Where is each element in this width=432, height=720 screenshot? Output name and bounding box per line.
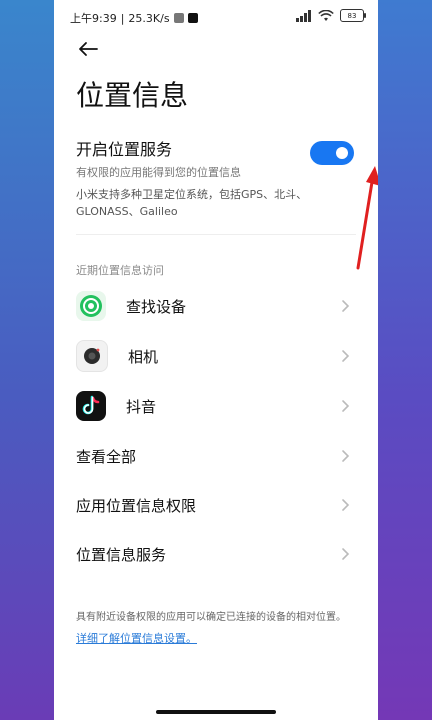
signal-icon xyxy=(296,9,311,22)
menu-item-location-services[interactable]: 位置信息服务 xyxy=(76,534,358,574)
chevron-right-icon xyxy=(342,499,350,511)
divider xyxy=(76,234,356,235)
chevron-right-icon xyxy=(342,400,350,412)
chevron-right-icon xyxy=(342,450,350,462)
phone-screen: 上午9:39 | 25.3K/s 83 位置信息 开启位置服务 有权限的应用能得… xyxy=(54,0,378,720)
status-left: 上午9:39 | 25.3K/s xyxy=(70,10,198,26)
list-item-label: 抖音 xyxy=(126,397,157,416)
satellite-description: 小米支持多种卫星定位系统，包括GPS、北斗、GLONASS、Galileo xyxy=(76,188,308,218)
location-service-subtitle: 有权限的应用能得到您的位置信息 xyxy=(76,166,241,179)
location-service-toggle[interactable] xyxy=(310,141,354,165)
recent-access-header: 近期位置信息访问 xyxy=(76,264,164,277)
background-right xyxy=(378,0,432,720)
menu-item-label: 应用位置信息权限 xyxy=(76,496,197,515)
menu-item-label: 查看全部 xyxy=(76,447,137,466)
menu-item-app-location-permissions[interactable]: 应用位置信息权限 xyxy=(76,485,358,525)
back-button[interactable] xyxy=(74,36,102,62)
chevron-right-icon xyxy=(342,548,350,560)
menu-item-label: 位置信息服务 xyxy=(76,545,167,564)
page-title: 位置信息 xyxy=(76,79,189,112)
chevron-right-icon xyxy=(342,300,350,312)
camera-icon xyxy=(76,340,108,372)
list-item-douyin[interactable]: 抖音 xyxy=(76,386,358,426)
douyin-notification-icon xyxy=(187,13,198,23)
notification-icon xyxy=(173,13,184,23)
status-divider: | xyxy=(120,11,125,25)
douyin-icon xyxy=(76,391,106,421)
chevron-right-icon xyxy=(342,350,350,362)
footer-note: 具有附近设备权限的应用可以确定已连接的设备的相对位置。 xyxy=(76,612,346,623)
find-device-radar-icon xyxy=(80,295,102,317)
find-device-icon xyxy=(76,291,106,321)
status-bar: 上午9:39 | 25.3K/s 83 xyxy=(54,0,378,34)
camera-lens-icon xyxy=(84,348,100,364)
learn-more-link[interactable]: 详细了解位置信息设置。 xyxy=(76,630,197,646)
status-right: 83 xyxy=(296,9,366,22)
list-item-label: 相机 xyxy=(128,347,159,366)
back-arrow-icon xyxy=(79,42,98,56)
douyin-note-icon xyxy=(82,395,100,415)
list-item-camera[interactable]: 相机 xyxy=(76,336,358,376)
toggle-knob xyxy=(336,147,348,159)
background-left xyxy=(0,0,54,720)
list-item-find-device[interactable]: 查找设备 xyxy=(76,286,358,326)
annotation-arrow-icon xyxy=(356,166,378,270)
home-indicator[interactable] xyxy=(156,710,276,714)
list-item-label: 查找设备 xyxy=(126,297,187,316)
battery-icon: 83 xyxy=(340,9,366,22)
wifi-icon xyxy=(318,9,334,21)
battery-level: 83 xyxy=(347,11,357,20)
status-speed: 25.3K/s xyxy=(128,11,170,25)
status-time: 上午9:39 xyxy=(70,12,117,25)
menu-item-view-all[interactable]: 查看全部 xyxy=(76,436,358,476)
